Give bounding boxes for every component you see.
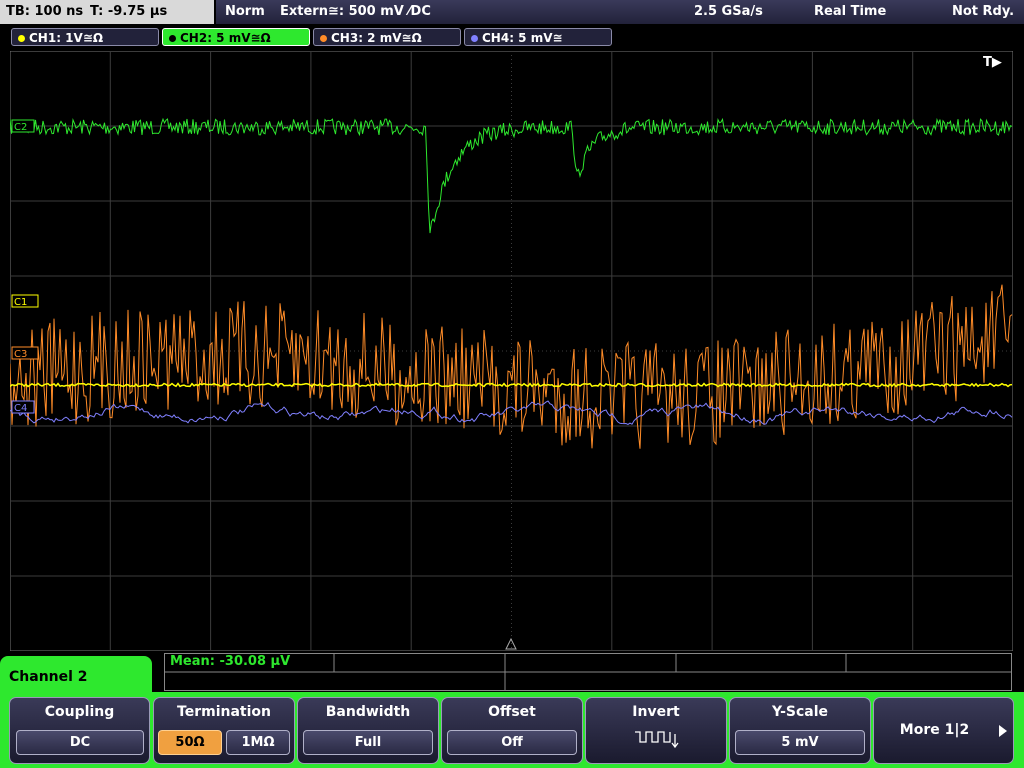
termination-title: Termination [177,704,271,720]
ch3-reference-marker[interactable]: C3 [11,346,39,360]
timebase-box[interactable]: TB: 100 ns T: -9.75 µs [0,0,214,24]
yscale-title: Y-Scale [771,704,828,720]
trigger-source: Extern≅: 500 mV ⁄DC [280,4,431,19]
yscale-softkey[interactable]: Y-Scale 5 mV [729,697,871,764]
yscale-value[interactable]: 5 mV [735,730,865,755]
coupling-softkey[interactable]: Coupling DC [9,697,150,764]
trigger-time-readout: T: -9.75 µs [90,4,168,19]
termination-1mohm-option[interactable]: 1MΩ [226,730,290,755]
ch3-marker-label: C3 [14,349,27,360]
menu-title-tab: Channel 2 [0,656,152,700]
ch3-dot-icon [320,35,327,42]
ch1-marker-label: C1 [14,297,27,308]
waveform-display[interactable]: C2 C1 C3 C4 T▶ [10,51,1013,651]
channel-tab-label: CH4: 5 mV≅ [482,31,563,45]
bandwidth-softkey[interactable]: Bandwidth Full [297,697,439,764]
run-status: Not Rdy. [952,4,1015,19]
acquisition-mode: Real Time [814,4,887,19]
offset-softkey[interactable]: Offset Off [441,697,583,764]
ch2-marker-label: C2 [14,122,27,133]
termination-50ohm-option[interactable]: 50Ω [158,730,222,755]
menu-title: Channel 2 [9,669,88,685]
timebase-readout: TB: 100 ns [6,4,84,19]
ch2-dot-icon [169,35,176,42]
channel-tab-label: CH1: 1V≅Ω [29,31,104,45]
trigger-mode: Norm [225,4,265,19]
more-softkey[interactable]: More 1|2 [873,697,1014,764]
ch4-marker-label: C4 [14,403,27,414]
sample-rate: 2.5 GSa/s [694,4,763,19]
ch1-reference-marker[interactable]: C1 [11,294,39,308]
invert-softkey[interactable]: Invert [585,697,727,764]
channel-tab-ch3[interactable]: CH3: 2 mV≅Ω [313,28,461,46]
channel-tab-ch4[interactable]: CH4: 5 mV≅ [464,28,612,46]
measurement-bar [164,653,1012,691]
termination-softkey[interactable]: Termination 50Ω 1MΩ [153,697,295,764]
bandwidth-value[interactable]: Full [303,730,433,755]
mean-measurement[interactable]: Mean: -30.08 µV [170,654,290,669]
trigger-position-marker[interactable]: T▶ [983,55,1002,70]
coupling-value[interactable]: DC [16,730,144,755]
inverted-square-wave-icon [635,731,679,749]
channel-tab-label: CH2: 5 mV≅Ω [180,31,271,45]
ch4-dot-icon [471,35,478,42]
channel-tab-ch2[interactable]: CH2: 5 mV≅Ω [162,28,310,46]
offset-title: Offset [488,704,536,720]
channel-tab-label: CH3: 2 mV≅Ω [331,31,422,45]
bandwidth-title: Bandwidth [325,704,411,720]
ch2-reference-marker[interactable]: C2 [11,119,35,133]
more-label: More 1|2 [899,722,970,738]
offset-value[interactable]: Off [447,730,577,755]
invert-title: Invert [632,704,680,720]
arrow-right-icon [999,725,1007,737]
status-bar: TB: 100 ns T: -9.75 µs Norm Extern≅: 500… [0,0,1024,25]
acquisition-status-bar[interactable]: Norm Extern≅: 500 mV ⁄DC 2.5 GSa/s Real … [216,0,1024,24]
coupling-title: Coupling [44,704,115,720]
channel-tab-ch1[interactable]: CH1: 1V≅Ω [11,28,159,46]
ch4-reference-marker[interactable]: C4 [11,400,35,414]
ch1-dot-icon [18,35,25,42]
